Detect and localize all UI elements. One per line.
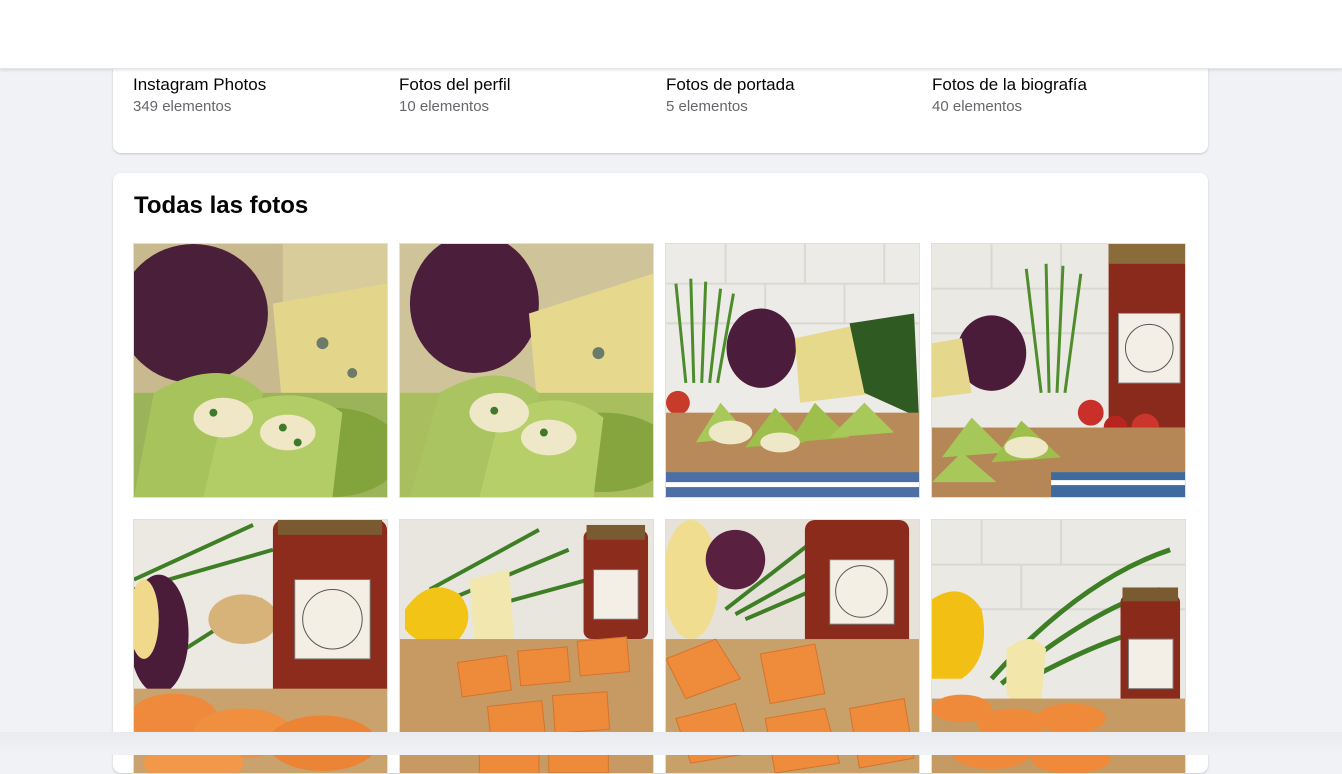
photo-thumbnail[interactable] (931, 243, 1186, 498)
album-title[interactable]: Fotos del perfil (399, 74, 511, 96)
top-navigation-bar (0, 0, 1342, 69)
all-photos-card: Todas las fotos (113, 173, 1208, 774)
album-count: 5 elementos (666, 98, 748, 115)
album-title[interactable]: Fotos de portada (666, 74, 795, 96)
album-count: 40 elementos (932, 98, 1023, 115)
album-profile-photos[interactable]: Fotos del perfil 10 elementos (399, 74, 511, 117)
album-timeline-photos[interactable]: Fotos de la biografía 40 elementos (932, 74, 1087, 117)
photo-thumbnail[interactable] (133, 243, 388, 498)
page-bottom-edge (0, 732, 1342, 755)
album-title[interactable]: Instagram Photos (133, 74, 266, 96)
album-count: 349 elementos (133, 98, 232, 115)
photo-thumbnail[interactable] (399, 243, 654, 498)
section-title: Todas las fotos (134, 192, 309, 219)
album-instagram-photos[interactable]: Instagram Photos 349 elementos (133, 74, 266, 117)
photo-thumbnail[interactable] (665, 243, 920, 498)
album-cover-photos[interactable]: Fotos de portada 5 elementos (666, 74, 795, 117)
album-count: 10 elementos (399, 98, 490, 115)
album-title[interactable]: Fotos de la biografía (932, 74, 1087, 96)
